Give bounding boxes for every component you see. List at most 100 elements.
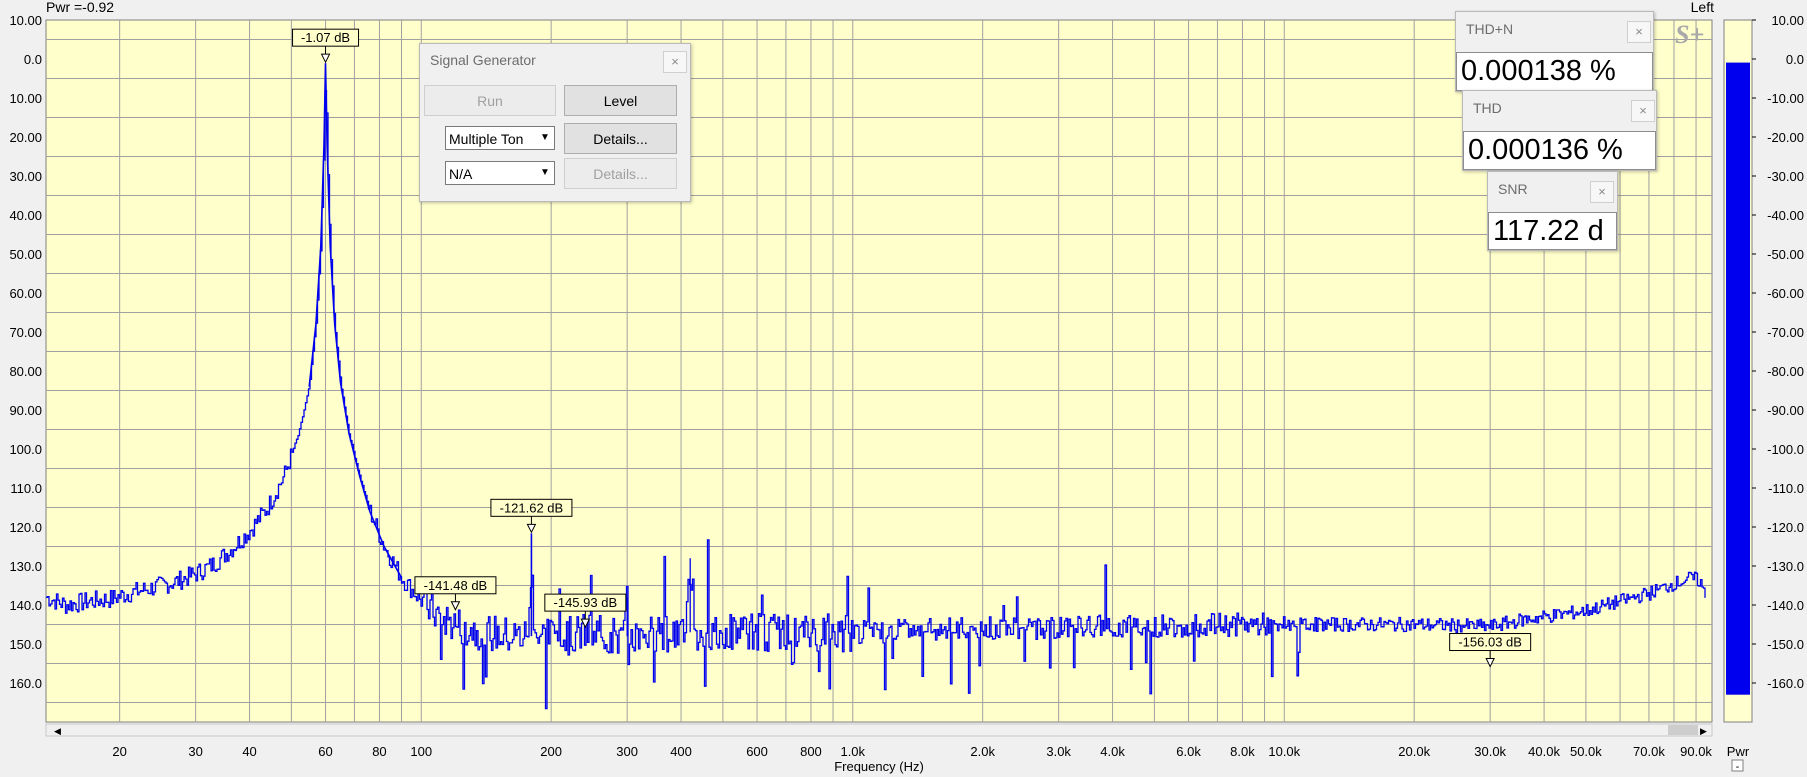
scroll-left-icon: ◀ — [54, 726, 61, 736]
source-select[interactable]: N/A ▼ — [445, 161, 555, 185]
y-tick-label: 110.0 — [10, 481, 42, 496]
y-tick-label: 120.0 — [9, 520, 42, 535]
x-tick-label: 100 — [410, 744, 432, 759]
y-tick-label: 60.00 — [9, 286, 42, 301]
thd-meter-value: 0.000136 % — [1463, 131, 1656, 170]
level-meter-tick-label: -30.00 — [1767, 169, 1804, 184]
level-meter-tick-label: -20.00 — [1767, 130, 1804, 145]
snr-meter-title: SNR — [1498, 181, 1528, 197]
peak-marker-label: -156.03 dB — [1458, 635, 1522, 650]
power-readout: Pwr =-0.92 — [46, 0, 114, 15]
level-meter-tick-label: -90.00 — [1767, 403, 1804, 418]
level-meter-tick-label: -110.0 — [1768, 481, 1804, 496]
signal-generator-panel: Signal Generator × Run Level Multiple To… — [419, 43, 691, 202]
level-meter-tick-label: 0.0 — [1786, 52, 1804, 67]
x-tick-label: 1.0k — [840, 744, 865, 759]
x-tick-label: 20 — [112, 744, 126, 759]
horizontal-scrollbar — [45, 723, 1713, 737]
level-meter-tick-label: -140.0 — [1767, 598, 1804, 613]
level-meter-tick-label: -160.0 — [1767, 676, 1804, 691]
x-tick-label: 60 — [318, 744, 332, 759]
chevron-down-icon: ▼ — [536, 162, 554, 184]
scrollbar-thumb — [1668, 725, 1698, 735]
x-tick-label: 90.0k — [1680, 744, 1712, 759]
y-tick-label: 10.00 — [9, 91, 42, 106]
y-tick-label: 80.00 — [9, 364, 42, 379]
level-meter-tick-label: -130.0 — [1767, 559, 1804, 574]
x-tick-label: 200 — [540, 744, 562, 759]
mode-select[interactable]: Multiple Ton ▼ — [445, 126, 555, 150]
x-tick-label: 30 — [188, 744, 202, 759]
level-meter-tick-label: -10.00 — [1767, 91, 1804, 106]
x-tick-label: 70.0k — [1633, 744, 1665, 759]
x-tick-label: 300 — [616, 744, 638, 759]
mode-select-value: Multiple Ton — [449, 131, 524, 147]
peak-marker-label: -121.62 dB — [500, 500, 564, 515]
logo: S+ — [1675, 20, 1705, 49]
y-tick-label: 150.0 — [9, 637, 42, 652]
peak-marker-label: -1.07 dB — [301, 30, 350, 45]
channel-label: Left — [1691, 0, 1714, 15]
thdn-meter-title: THD+N — [1466, 21, 1514, 37]
level-meter-tick-label: -50.00 — [1767, 247, 1804, 262]
y-tick-label: 50.00 — [9, 247, 42, 262]
source-select-value: N/A — [449, 166, 473, 182]
scroll-right-icon: ▶ — [1700, 726, 1707, 736]
thd-meter-title: THD — [1473, 100, 1502, 116]
run-button[interactable]: Run — [424, 85, 556, 116]
level-meter-bar — [1726, 62, 1750, 695]
level-button[interactable]: Level — [564, 85, 677, 116]
level-meter-tick-label: -100.0 — [1767, 442, 1804, 457]
y-tick-label: 140.0 — [9, 598, 42, 613]
x-tick-label: 10.0k — [1268, 744, 1300, 759]
y-tick-label: 30.00 — [9, 169, 42, 184]
thdn-meter-panel[interactable]: THD+N × 0.000138 % — [1455, 11, 1654, 92]
level-meter-tick-label: 10.00 — [1771, 13, 1804, 28]
x-tick-label: 80 — [372, 744, 386, 759]
thdn-meter-value: 0.000138 % — [1456, 52, 1653, 91]
signal-generator-title: Signal Generator — [430, 52, 536, 68]
signal-generator-close-button[interactable]: × — [663, 51, 687, 73]
x-tick-label: 40.0k — [1528, 744, 1560, 759]
x-axis-label: Frequency (Hz) — [834, 759, 924, 774]
x-tick-label: 2.0k — [970, 744, 995, 759]
level-meter-label: Pwr — [1727, 744, 1750, 759]
y-tick-label: 160.0 — [9, 676, 42, 691]
level-meter-tick-label: -120.0 — [1767, 520, 1804, 535]
y-tick-label: 10.00 — [9, 13, 42, 28]
x-tick-label: 8.0k — [1230, 744, 1255, 759]
thdn-meter-close-button[interactable]: × — [1627, 21, 1651, 43]
y-tick-label: 70.00 — [9, 325, 42, 340]
peak-marker-label: -145.93 dB — [554, 595, 618, 610]
x-tick-label: 50.0k — [1570, 744, 1602, 759]
thd-meter-panel[interactable]: THD × 0.000136 % — [1462, 90, 1657, 171]
level-meter-tick-label: -150.0 — [1767, 637, 1804, 652]
y-tick-label: 0.0 — [24, 52, 42, 67]
y-tick-label: 100.0 — [9, 442, 42, 457]
level-meter-tick-label: -60.00 — [1767, 286, 1804, 301]
x-tick-label: 400 — [670, 744, 692, 759]
x-tick-label: 600 — [746, 744, 768, 759]
snr-meter-close-button[interactable]: × — [1590, 181, 1614, 203]
y-tick-label: 130.0 — [9, 559, 42, 574]
x-tick-label: 6.0k — [1176, 744, 1201, 759]
snr-meter-value: 117.22 d — [1488, 212, 1617, 250]
x-tick-label: 800 — [800, 744, 822, 759]
details-disabled-button[interactable]: Details... — [564, 158, 677, 189]
details-button[interactable]: Details... — [564, 123, 677, 154]
y-tick-label: 40.00 — [9, 208, 42, 223]
thd-meter-close-button[interactable]: × — [1631, 100, 1655, 122]
x-tick-label: 40 — [242, 744, 256, 759]
peak-marker-label: -141.48 dB — [424, 578, 488, 593]
level-meter-tick-label: -80.00 — [1767, 364, 1804, 379]
x-tick-label: 3.0k — [1046, 744, 1071, 759]
y-tick-label: 20.00 — [9, 130, 42, 145]
y-tick-label: 90.00 — [9, 403, 42, 418]
x-tick-label: 30.0k — [1474, 744, 1506, 759]
level-meter-collapse-icon: - — [1736, 761, 1740, 773]
snr-meter-panel[interactable]: SNR × 117.22 d — [1487, 171, 1618, 251]
level-meter-tick-label: -40.00 — [1767, 208, 1804, 223]
chevron-down-icon: ▼ — [536, 127, 554, 149]
level-meter-tick-label: -70.00 — [1767, 325, 1804, 340]
x-tick-label: 20.0k — [1398, 744, 1430, 759]
